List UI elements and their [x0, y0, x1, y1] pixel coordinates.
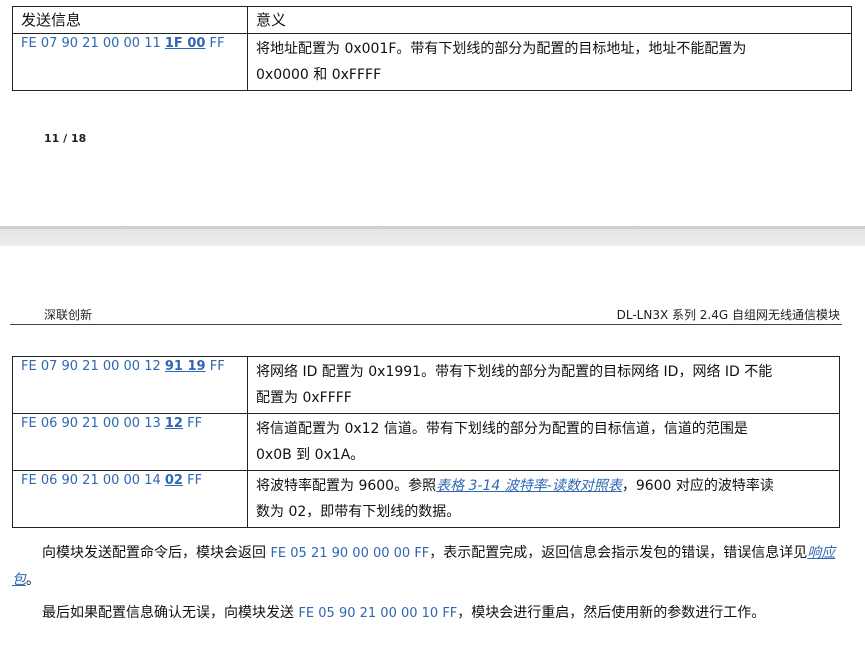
config-table-top: 发送信息 意义 FE 07 90 21 00 00 11 1F 00 FF 将地…	[12, 6, 852, 91]
page-top: 发送信息 意义 FE 07 90 21 00 00 11 1F 00 FF 将地…	[0, 0, 865, 226]
desc-line: 0x0B 到 0x1A。	[256, 447, 365, 463]
response-code: FE 05 21 90 00 00 00 FF	[270, 546, 430, 561]
desc-text: ，9600 对应的波特率读	[621, 478, 774, 494]
table-row: FE 06 90 21 00 00 14 02 FF 将波特率配置为 9600。…	[12, 470, 840, 528]
code-underlined: 91 19	[164, 359, 206, 374]
code-prefix: FE 06 90 21 00 00 14	[21, 473, 165, 488]
code-prefix: FE 07 90 21 00 00 11	[21, 36, 165, 51]
para-text: ，表示配置完成，返回信息会指示发包的错误，错误信息详见	[429, 545, 808, 561]
code-underlined: 12	[164, 416, 183, 431]
code-cell: FE 07 90 21 00 00 12 91 19 FF	[12, 356, 248, 414]
desc-line: 数为 02，即带有下划线的数据。	[256, 504, 461, 520]
desc-line: 配置为 0xFFFF	[256, 390, 352, 406]
company-name: 深联创新	[44, 308, 93, 322]
code-cell: FE 06 90 21 00 00 13 12 FF	[12, 413, 248, 471]
table-header-row: 发送信息 意义	[12, 6, 852, 34]
desc-cell: 将网络 ID 配置为 0x1991。带有下划线的部分为配置的目标网络 ID，网络…	[247, 356, 840, 414]
baud-table-link[interactable]: 表格 3-14 波特率-读数对照表	[436, 478, 622, 494]
code-prefix: FE 06 90 21 00 00 13	[21, 416, 165, 431]
paragraph-restart: 最后如果配置信息确认无误，向模块发送 FE 05 90 21 00 00 10 …	[12, 600, 840, 627]
document-title: DL-LN3X 系列 2.4G 自组网无线通信模块	[616, 308, 840, 322]
desc-cell: 将信道配置为 0x12 信道。带有下划线的部分为配置的目标信道，信道的范围是 0…	[247, 413, 840, 471]
code-suffix: FF	[182, 473, 203, 488]
desc-line: 将网络 ID 配置为 0x1991。带有下划线的部分为配置的目标网络 ID，网络…	[256, 364, 773, 380]
paragraph-config-response: 向模块发送配置命令后，模块会返回 FE 05 21 90 00 00 00 FF…	[12, 540, 840, 593]
table-row: FE 07 90 21 00 00 12 91 19 FF 将网络 ID 配置为…	[12, 356, 840, 414]
desc-cell: 将波特率配置为 9600。参照表格 3-14 波特率-读数对照表，9600 对应…	[247, 470, 840, 528]
para-text: 。	[26, 572, 40, 588]
code-underlined: 02	[164, 473, 183, 488]
para-text: 向模块发送配置命令后，模块会返回	[42, 545, 271, 561]
table-row: FE 06 90 21 00 00 13 12 FF 将信道配置为 0x12 信…	[12, 413, 840, 471]
code-suffix: FF	[205, 36, 225, 51]
code-prefix: FE 07 90 21 00 00 12	[21, 359, 165, 374]
page-separator	[0, 226, 865, 246]
page-number: 11 / 18	[44, 132, 87, 145]
header-send-info: 发送信息	[12, 6, 248, 34]
header-meaning: 意义	[247, 6, 852, 34]
code-suffix: FF	[205, 359, 225, 374]
desc-line: 将信道配置为 0x12 信道。带有下划线的部分为配置的目标信道，信道的范围是	[256, 421, 748, 437]
code-cell: FE 06 90 21 00 00 14 02 FF	[12, 470, 248, 528]
para-text: ，模块会进行重启，然后使用新的参数进行工作。	[457, 605, 766, 621]
desc-text: 将波特率配置为 9600。参照	[256, 478, 437, 494]
desc-line: 0x0000 和 0xFFFF	[256, 67, 382, 83]
code-suffix: FF	[182, 416, 203, 431]
desc-cell: 将地址配置为 0x001F。带有下划线的部分为配置的目标地址，地址不能配置为 0…	[247, 33, 852, 91]
config-table-bottom: FE 07 90 21 00 00 12 91 19 FF 将网络 ID 配置为…	[12, 356, 840, 528]
desc-line: 将地址配置为 0x001F。带有下划线的部分为配置的目标地址，地址不能配置为	[256, 41, 747, 57]
restart-code: FE 05 90 21 00 00 10 FF	[298, 606, 458, 621]
table-row: FE 07 90 21 00 00 11 1F 00 FF 将地址配置为 0x0…	[12, 33, 852, 91]
para-text: 最后如果配置信息确认无误，向模块发送	[42, 605, 299, 621]
code-underlined: 1F 00	[164, 36, 206, 51]
code-cell: FE 07 90 21 00 00 11 1F 00 FF	[12, 33, 248, 91]
desc-line: 将波特率配置为 9600。参照表格 3-14 波特率-读数对照表，9600 对应…	[256, 473, 831, 499]
running-header: 深联创新 DL-LN3X 系列 2.4G 自组网无线通信模块	[10, 306, 842, 325]
